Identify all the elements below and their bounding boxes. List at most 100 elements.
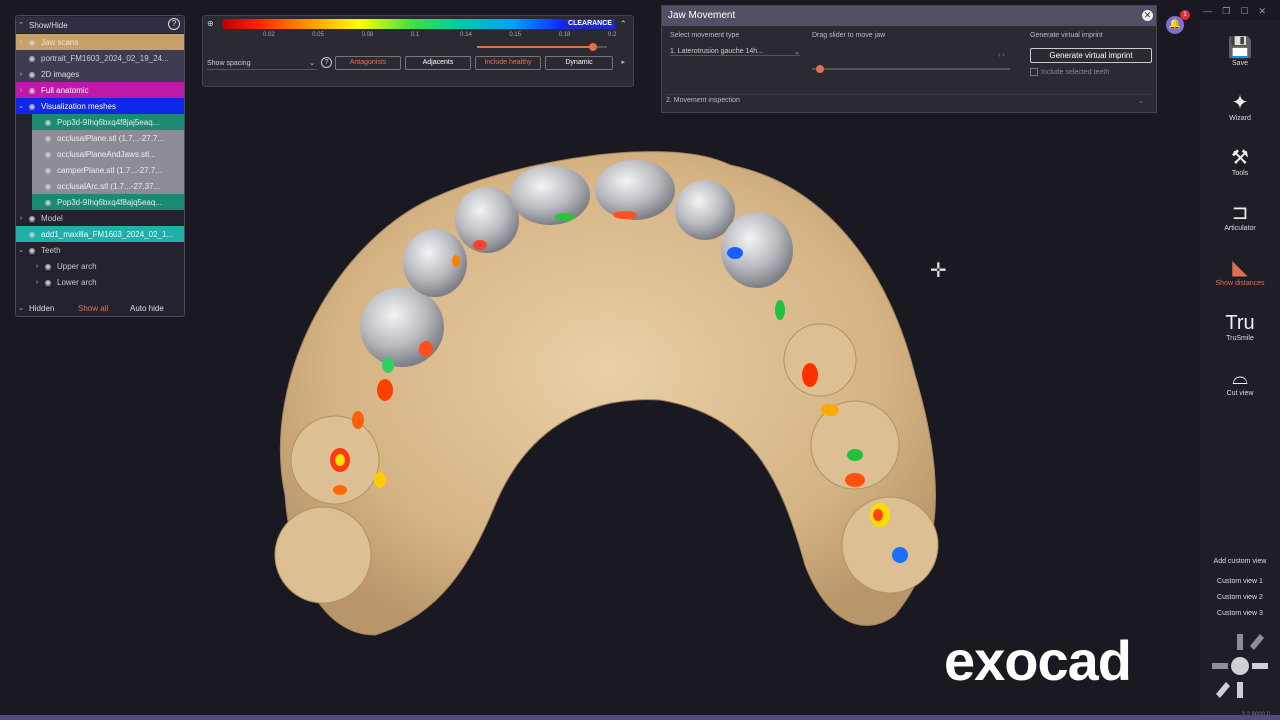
option-include-healthy-button[interactable]: Include healthy bbox=[475, 56, 541, 70]
help-icon[interactable]: ? bbox=[321, 57, 332, 68]
close-window-icon[interactable]: ✕ bbox=[1258, 6, 1266, 17]
restore-icon[interactable]: ❐ bbox=[1222, 6, 1230, 17]
option-dynamic-button[interactable]: Dynamic bbox=[545, 56, 613, 70]
movement-type-select[interactable]: 1. Laterotrusion gauche 14h... ⌄ bbox=[670, 48, 800, 56]
save-tool[interactable]: 💾 Save bbox=[1200, 36, 1280, 67]
visibility-eye-icon[interactable]: ◉ bbox=[26, 70, 38, 79]
visibility-eye-icon[interactable]: ◉ bbox=[42, 166, 54, 175]
trusmile-tool[interactable]: Tru TruSmile bbox=[1200, 311, 1280, 342]
visibility-eye-icon[interactable]: ◉ bbox=[26, 102, 38, 111]
tools-tool[interactable]: ⚒ Tools bbox=[1200, 146, 1280, 177]
threshold-slider[interactable] bbox=[477, 43, 607, 51]
chevron-right-icon[interactable]: › bbox=[16, 215, 26, 222]
movement-inspection-section[interactable]: 2. Movement inspection ⌄ bbox=[666, 94, 1152, 105]
show-all-button[interactable]: Show all bbox=[78, 304, 130, 313]
articulator-tool[interactable]: ⊐ Articulator bbox=[1200, 201, 1280, 232]
visibility-eye-icon[interactable]: ◉ bbox=[42, 198, 54, 207]
threshold-handle[interactable] bbox=[588, 43, 597, 51]
show-distances-tool[interactable]: ◣ Show distances bbox=[1200, 256, 1280, 287]
tree-footer: ⌄ Hidden Show all Auto hide bbox=[16, 300, 184, 316]
tree-item[interactable]: ⌄ ◉ Teeth bbox=[16, 242, 184, 258]
tree-item[interactable]: › ◉ 2D images bbox=[16, 66, 184, 82]
tree-item-label: Teeth bbox=[41, 245, 61, 255]
custom-view-2-button[interactable]: Custom view 2 bbox=[1200, 594, 1280, 601]
help-icon[interactable]: ? bbox=[168, 18, 180, 30]
exocad-logo: exocad bbox=[944, 629, 1132, 692]
view-orientation-icon[interactable] bbox=[1208, 630, 1272, 702]
checkbox-icon[interactable] bbox=[1030, 68, 1038, 76]
tree-item[interactable]: ◉ occlusalPlane.stl (1.7...-27.7... bbox=[32, 130, 184, 146]
generate-imprint-button[interactable]: Generate virtual imprint bbox=[1030, 48, 1152, 63]
visibility-eye-icon[interactable]: ◉ bbox=[26, 214, 38, 223]
jaw-movement-title: Jaw Movement bbox=[662, 6, 1156, 26]
tree-item[interactable]: ◉ occlusalPlaneAndJaws.stl... bbox=[32, 146, 184, 162]
show-distances-icon: ◣ bbox=[1232, 257, 1248, 279]
distance-color-gradient bbox=[223, 19, 565, 29]
crosshair-cursor-icon: ✛ bbox=[930, 260, 947, 282]
tree-item[interactable]: ◉ portrait_FM1603_2024_02_19_24... bbox=[16, 50, 184, 66]
chevron-right-icon[interactable]: › bbox=[32, 279, 42, 286]
chevron-down-icon: ⌄ bbox=[1138, 98, 1144, 105]
chevron-down-icon[interactable]: ⌄ bbox=[16, 102, 26, 110]
visibility-eye-icon[interactable]: ◉ bbox=[26, 246, 38, 255]
visibility-eye-icon[interactable]: ◉ bbox=[26, 38, 38, 47]
custom-view-1-button[interactable]: Custom view 1 bbox=[1200, 578, 1280, 585]
visibility-eye-icon[interactable]: ◉ bbox=[26, 86, 38, 95]
add-custom-view-button[interactable]: Add custom view bbox=[1200, 558, 1280, 565]
chevron-down-icon: ⌄ bbox=[18, 305, 24, 312]
tree-item[interactable]: ◉ add1_maxilla_FM1603_2024_02_1... bbox=[16, 226, 184, 242]
visibility-eye-icon[interactable]: ◉ bbox=[42, 182, 54, 191]
slider-step-icon[interactable]: ‹ › bbox=[998, 52, 1005, 59]
include-selected-checkbox[interactable]: Include selected teeth bbox=[1030, 68, 1109, 76]
pin-icon[interactable]: ⊕ bbox=[207, 19, 214, 28]
custom-view-3-button[interactable]: Custom view 3 bbox=[1200, 610, 1280, 617]
show-hide-header[interactable]: ⌃ Show/Hide bbox=[16, 17, 184, 33]
chevron-right-icon[interactable]: › bbox=[16, 87, 26, 94]
tree-item[interactable]: › ◉ Upper arch bbox=[32, 258, 184, 274]
close-icon[interactable]: ✕ bbox=[1142, 10, 1153, 21]
spacing-dropdown[interactable]: Show spacing ⌄ bbox=[207, 58, 317, 70]
tree-item[interactable]: ◉ occlusalArc.stl (1.7...-27.37... bbox=[32, 178, 184, 194]
jaw-movement-panel: Jaw Movement ✕ Select movement type 1. L… bbox=[661, 5, 1157, 113]
movement-inspection-label: 2. Movement inspection bbox=[666, 97, 740, 104]
tree-item[interactable]: ◉ camperPlane.stl (1.7...-27.7... bbox=[32, 162, 184, 178]
tree-item[interactable]: › ◉ Full anatomic bbox=[16, 82, 184, 98]
minimize-icon[interactable]: — bbox=[1203, 6, 1212, 17]
visibility-eye-icon[interactable]: ◉ bbox=[42, 278, 54, 287]
visibility-eye-icon[interactable]: ◉ bbox=[42, 150, 54, 159]
tree-item[interactable]: ◉ Pop3d-9Ihq6bxq4f8ajq5eaq... bbox=[32, 194, 184, 210]
chevron-down-icon: ⌄ bbox=[794, 49, 800, 56]
jaw-movement-slider[interactable] bbox=[812, 65, 1010, 73]
more-icon[interactable]: ▸ bbox=[621, 58, 625, 66]
cut-view-tool[interactable]: ⌓ Cut view bbox=[1200, 366, 1280, 397]
option-adjacents-button[interactable]: Adjacents bbox=[405, 56, 471, 70]
wizard-tool[interactable]: ✦ Wizard bbox=[1200, 91, 1280, 122]
tree-item[interactable]: ◉ Pop3d-9Ihq6bxq4f8jaj5eaq... bbox=[32, 114, 184, 130]
jaw-slider-handle[interactable] bbox=[815, 65, 824, 73]
visibility-eye-icon[interactable]: ◉ bbox=[42, 134, 54, 143]
hidden-toggle[interactable]: Hidden bbox=[26, 304, 78, 313]
scale-tick-label: 0.08 bbox=[361, 32, 374, 38]
generate-imprint-label: Generate virtual imprint bbox=[1030, 32, 1103, 39]
tree-item[interactable]: › ◉ Model bbox=[16, 210, 184, 226]
chevron-right-icon[interactable]: › bbox=[16, 39, 26, 46]
chevron-right-icon[interactable]: › bbox=[32, 263, 42, 270]
tree-item-label: 2D images bbox=[41, 69, 80, 79]
collapse-icon[interactable]: ⌃ bbox=[619, 19, 627, 30]
tree-item[interactable]: ⌄ ◉ Visualization meshes bbox=[16, 98, 184, 114]
tree-item[interactable]: › ◉ Lower arch bbox=[32, 274, 184, 290]
visibility-eye-icon[interactable]: ◉ bbox=[26, 54, 38, 63]
option-antagonists-button[interactable]: Antagonists bbox=[335, 56, 401, 70]
3d-viewport[interactable] bbox=[190, 115, 1190, 705]
auto-hide-button[interactable]: Auto hide bbox=[130, 304, 164, 313]
visibility-eye-icon[interactable]: ◉ bbox=[26, 230, 38, 239]
visibility-eye-icon[interactable]: ◉ bbox=[42, 118, 54, 127]
chevron-right-icon[interactable]: › bbox=[16, 71, 26, 78]
scale-tick-label: 0.18 bbox=[558, 32, 571, 38]
distance-color-panel: ⊕ CLEARANCE ⌃ 0.02 0.05 0.08 0.1 0.14 0.15 0.1… bbox=[202, 15, 634, 87]
visibility-eye-icon[interactable]: ◉ bbox=[42, 262, 54, 271]
tree-item-label: occlusalPlaneAndJaws.stl... bbox=[57, 149, 156, 159]
maximize-icon[interactable]: ☐ bbox=[1240, 6, 1248, 17]
tree-item[interactable]: › ◉ Jaw scans bbox=[16, 34, 184, 50]
chevron-down-icon[interactable]: ⌄ bbox=[16, 246, 26, 254]
